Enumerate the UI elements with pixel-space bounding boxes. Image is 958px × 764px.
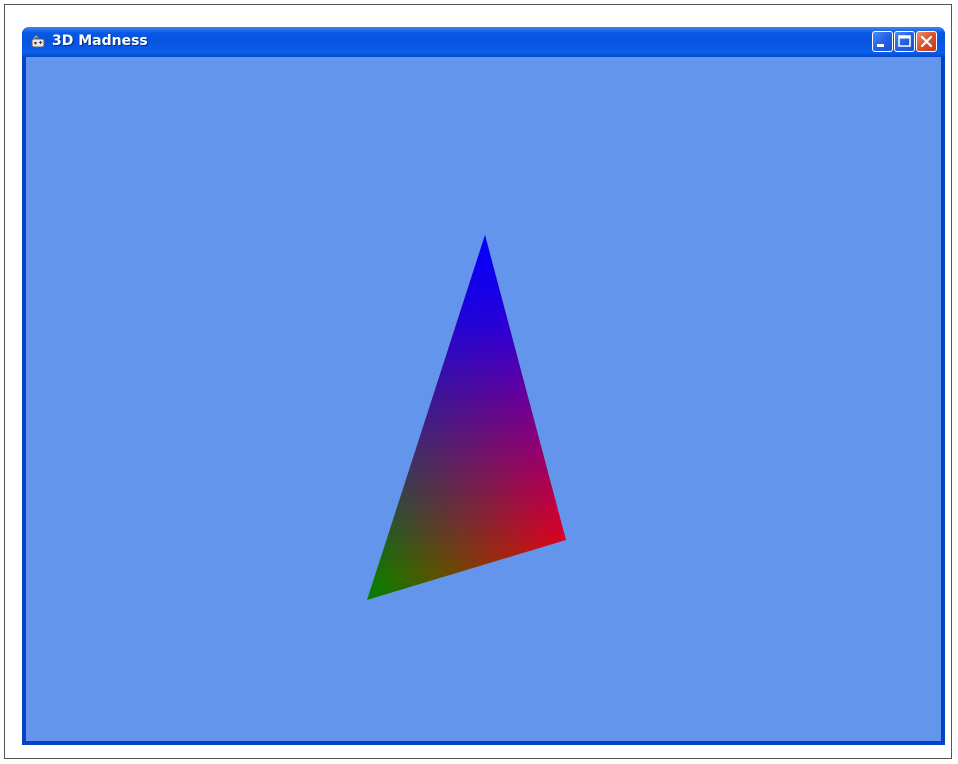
- triangle: [367, 235, 566, 600]
- app-window-icon[interactable]: [30, 34, 46, 50]
- maximize-icon: [898, 35, 911, 47]
- maximize-button[interactable]: [894, 31, 915, 52]
- close-icon: [920, 35, 933, 48]
- render-viewport[interactable]: [26, 57, 941, 741]
- triangle-blue-overlay: [367, 235, 566, 600]
- scene-canvas: [367, 235, 566, 600]
- close-button[interactable]: [916, 31, 937, 52]
- window-title: 3D Madness: [52, 33, 148, 49]
- minimize-icon: [877, 44, 884, 47]
- title-bar[interactable]: 3D Madness: [22, 27, 945, 57]
- app-window[interactable]: 3D Madness: [22, 27, 945, 745]
- minimize-button[interactable]: [872, 31, 893, 52]
